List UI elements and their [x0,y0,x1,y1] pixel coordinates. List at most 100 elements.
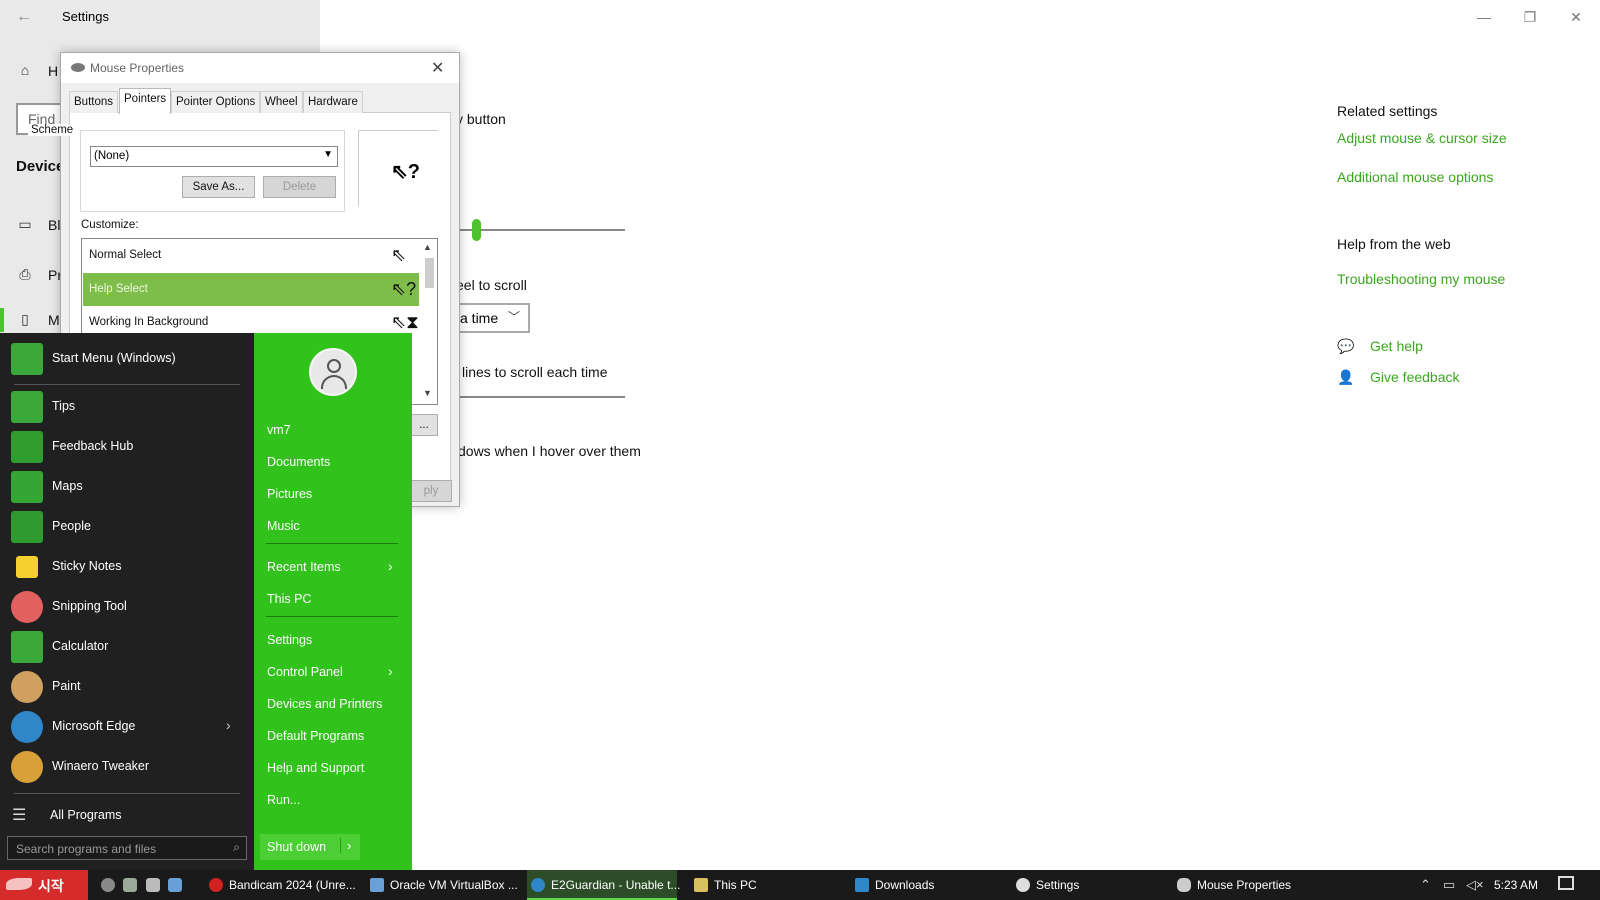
close-icon[interactable]: ✕ [1556,4,1596,30]
rp-documents[interactable]: Documents [254,448,412,476]
app-tips[interactable]: Tips [0,387,254,427]
app-label: Paint [52,679,81,693]
taskbar-downloads[interactable]: Downloads [851,870,1001,900]
start-search-input[interactable]: Search programs and files ⌕ [7,836,247,860]
rp-default-programs[interactable]: Default Programs [254,722,412,750]
orb-icon[interactable] [101,878,115,892]
settings-titlebar: ← Settings — ❐ ✕ [0,0,1600,34]
rp-settings[interactable]: Settings [254,626,412,654]
taskbar-mouse-properties[interactable]: Mouse Properties [1173,870,1323,900]
cursor-row-normal-select[interactable]: Normal Select ⇖ [83,239,419,272]
apply-button[interactable]: ply [410,480,452,502]
notifications-icon[interactable] [1558,876,1574,890]
search-icon: ⌕ [233,840,240,854]
tab-wheel[interactable]: Wheel [260,91,303,113]
rp-label: Help and Support [267,761,365,775]
download-icon [855,878,869,892]
tab-pointer-options[interactable]: Pointer Options [171,91,261,113]
scroll-up-icon[interactable]: ▲ [423,242,432,252]
chevron-right-icon[interactable]: › [340,838,351,853]
cursor-speed-thumb[interactable] [472,219,481,241]
rp-user[interactable]: vm7 [254,416,412,444]
restore-icon[interactable]: ❐ [1510,4,1550,30]
start-menu-icon [11,343,43,375]
dialog-titlebar: Mouse Properties ✕ [61,53,459,83]
app-snipping-tool[interactable]: Snipping Tool [0,587,254,627]
back-arrow-icon[interactable]: ← [14,7,34,27]
lightbulb-icon [11,391,43,423]
app-winaero-tweaker[interactable]: Winaero Tweaker [0,747,254,787]
browse-button[interactable]: ... [410,414,438,436]
start-button[interactable]: 시작 [0,870,88,900]
minimize-icon[interactable]: — [1464,4,1504,30]
start-menu-header-label: Start Menu (Windows) [52,351,176,365]
rp-label: Settings [267,633,313,647]
scheme-dropdown[interactable]: (None) ▼ [90,146,338,167]
app-feedback-hub[interactable]: Feedback Hub [0,427,254,467]
rp-control-panel[interactable]: Control Panel › [254,658,412,686]
tab-buttons[interactable]: Buttons [69,91,118,113]
app-label: Calculator [52,639,109,653]
adjust-cursor-size-link[interactable]: Adjust mouse & cursor size [1337,130,1507,146]
start-menu-header[interactable]: Start Menu (Windows) [0,339,254,379]
rp-pictures[interactable]: Pictures [254,480,412,508]
chevron-right-icon[interactable]: › [226,717,231,733]
chevron-right-icon: › [388,558,393,574]
lines-scroll-track[interactable] [440,396,625,398]
app-people[interactable]: People [0,507,254,547]
delete-button[interactable]: Delete [263,176,336,198]
rp-music[interactable]: Music [254,512,412,540]
taskbar-bandicam[interactable]: Bandicam 2024 (Unre... [205,870,360,900]
people-icon [11,511,43,543]
cursor-row-help-select[interactable]: Help Select ⇖? [83,273,419,306]
volume-muted-icon[interactable]: ◁× [1466,877,1484,893]
divider [14,384,240,385]
taskbar-virtualbox[interactable]: Oracle VM VirtualBox ... [366,870,521,900]
app-calculator[interactable]: Calculator [0,627,254,667]
taskbar-settings[interactable]: Settings [1012,870,1162,900]
cursor-speed-track[interactable] [440,229,625,231]
rp-this-pc[interactable]: This PC [254,585,412,613]
rp-recent-items[interactable]: Recent Items › [254,553,412,581]
cursor-row-label: Help Select [89,283,148,295]
network-icon[interactable]: ▭ [1443,877,1455,893]
app-maps[interactable]: Maps [0,467,254,507]
rp-help-support[interactable]: Help and Support [254,754,412,782]
additional-mouse-options-link[interactable]: Additional mouse options [1337,169,1493,185]
troubleshooting-link[interactable]: Troubleshooting my mouse [1337,271,1505,287]
taskbar: 시작 Bandicam 2024 (Unre... Oracle VM Virt… [0,870,1600,900]
app-microsoft-edge[interactable]: Microsoft Edge › [0,707,254,747]
divider [266,616,398,617]
dialog-close-icon[interactable]: ✕ [431,58,444,78]
save-as-button[interactable]: Save As... [182,176,255,198]
scroll-thumb[interactable] [425,258,434,288]
rp-devices-printers[interactable]: Devices and Printers [254,690,412,718]
related-settings-heading: Related settings [1337,103,1438,119]
cursor-list-scrollbar[interactable]: ▲ ▼ [421,240,437,403]
tab-hardware[interactable]: Hardware [303,91,363,113]
app-label: Microsoft Edge [52,719,136,733]
shutdown-button[interactable]: Shut down › [260,834,360,860]
all-programs[interactable]: ☰ All Programs [0,796,254,836]
store-icon[interactable] [146,878,160,892]
rp-label: This PC [267,592,312,606]
taskbar-this-pc[interactable]: This PC [690,870,840,900]
rp-label: Run... [267,793,301,807]
rp-label: Control Panel [267,665,343,679]
devices-heading: Device [16,158,65,175]
rp-run[interactable]: Run... [254,786,412,814]
start-bird-icon [6,878,32,890]
winaero-icon [11,751,43,783]
clock[interactable]: 5:23 AM [1494,878,1538,892]
user-avatar[interactable] [309,348,357,396]
app-paint[interactable]: Paint [0,667,254,707]
tab-pointers[interactable]: Pointers [119,88,172,114]
app-sticky-notes[interactable]: Sticky Notes [0,547,254,587]
taskbar-e2guardian[interactable]: E2Guardian - Unable t... [527,870,680,900]
folder-icon[interactable] [123,878,137,892]
chevron-up-icon[interactable]: ⌃ [1420,877,1431,893]
cube-icon[interactable] [168,878,182,892]
help-from-web-heading: Help from the web [1337,236,1451,252]
calculator-icon [11,631,43,663]
scroll-down-icon[interactable]: ▼ [423,388,432,398]
